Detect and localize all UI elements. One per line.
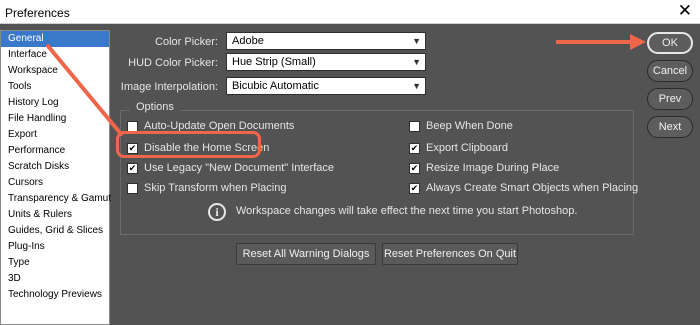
checkbox-checked[interactable]: ✔ bbox=[409, 142, 420, 154]
ok-button[interactable]: OK bbox=[647, 32, 693, 54]
checkbox-checked[interactable]: ✔ bbox=[409, 182, 420, 194]
checkmark-icon: ✔ bbox=[410, 142, 419, 153]
color-picker-dropdown[interactable]: Adobe ▼ bbox=[226, 32, 426, 50]
option-export-clipboard[interactable]: ✔ Export Clipboard bbox=[409, 142, 508, 154]
sidebar-item-scratch-disks[interactable]: Scratch Disks bbox=[1, 159, 109, 175]
option-always-create-smart-objects-when-placing[interactable]: ✔ Always Create Smart Objects when Placin… bbox=[409, 182, 638, 194]
sidebar-item-performance[interactable]: Performance bbox=[1, 143, 109, 159]
checkmark-icon: ✔ bbox=[410, 182, 419, 193]
sidebar-item-units-rulers[interactable]: Units & Rulers bbox=[1, 207, 109, 223]
prev-button[interactable]: Prev bbox=[647, 88, 693, 110]
option-use-legacy-new-document-interface[interactable]: ✔ Use Legacy "New Document" Interface bbox=[127, 162, 334, 174]
sidebar-item-guides-grid-slices[interactable]: Guides, Grid & Slices bbox=[1, 223, 109, 239]
hud-color-picker-value: Hue Strip (Small) bbox=[232, 56, 316, 68]
sidebar-item-cursors[interactable]: Cursors bbox=[1, 175, 109, 191]
option-skip-transform-when-placing[interactable]: Skip Transform when Placing bbox=[127, 182, 286, 194]
preferences-sidebar: General Interface Workspace Tools History Lo… bbox=[0, 30, 111, 325]
sidebar-item-technology-previews[interactable]: Technology Previews bbox=[1, 287, 109, 303]
chevron-down-icon: ▼ bbox=[412, 57, 421, 67]
window-title: Preferences bbox=[5, 6, 70, 20]
title-bar: Preferences ✕ bbox=[0, 0, 700, 24]
image-interpolation-value: Bicubic Automatic bbox=[232, 80, 319, 92]
next-button[interactable]: Next bbox=[647, 116, 693, 138]
sidebar-item-export[interactable]: Export bbox=[1, 127, 109, 143]
close-icon[interactable]: ✕ bbox=[678, 2, 692, 20]
options-legend: Options bbox=[130, 101, 180, 113]
hud-color-picker-dropdown[interactable]: Hue Strip (Small) ▼ bbox=[226, 53, 426, 71]
checkbox-checked[interactable]: ✔ bbox=[127, 162, 138, 174]
option-label: Beep When Done bbox=[426, 120, 513, 132]
option-label: Use Legacy "New Document" Interface bbox=[144, 162, 335, 174]
sidebar-item-plug-ins[interactable]: Plug-Ins bbox=[1, 239, 109, 255]
image-interpolation-label: Image Interpolation: bbox=[120, 81, 218, 93]
cancel-button[interactable]: Cancel bbox=[647, 60, 693, 82]
color-picker-value: Adobe bbox=[232, 35, 264, 47]
sidebar-item-transparency-gamut[interactable]: Transparency & Gamut bbox=[1, 191, 111, 207]
option-beep-when-done[interactable]: Beep When Done bbox=[409, 120, 513, 132]
highlight-annotation bbox=[116, 131, 261, 158]
info-icon: i bbox=[208, 203, 226, 221]
info-message: Workspace changes will take effect the n… bbox=[236, 205, 578, 217]
chevron-down-icon: ▼ bbox=[412, 81, 421, 91]
image-interpolation-dropdown[interactable]: Bicubic Automatic ▼ bbox=[226, 77, 426, 95]
checkbox-unchecked[interactable] bbox=[127, 182, 138, 194]
checkbox-unchecked[interactable] bbox=[127, 120, 138, 132]
hud-color-picker-label: HUD Color Picker: bbox=[128, 57, 218, 69]
checkbox-checked[interactable]: ✔ bbox=[409, 162, 420, 174]
sidebar-item-type[interactable]: Type bbox=[1, 255, 109, 271]
checkmark-icon: ✔ bbox=[410, 162, 419, 173]
chevron-down-icon: ▼ bbox=[412, 36, 421, 46]
sidebar-item-history-log[interactable]: History Log bbox=[1, 95, 109, 111]
sidebar-item-3d[interactable]: 3D bbox=[1, 271, 109, 287]
option-label: Resize Image During Place bbox=[426, 162, 560, 174]
option-label: Always Create Smart Objects when Placing bbox=[426, 182, 639, 194]
option-label: Skip Transform when Placing bbox=[144, 182, 287, 194]
reset-warning-dialogs-button[interactable]: Reset All Warning Dialogs bbox=[236, 243, 376, 265]
option-label: Export Clipboard bbox=[426, 142, 508, 154]
reset-preferences-button[interactable]: Reset Preferences On Quit bbox=[382, 243, 518, 265]
checkbox-unchecked[interactable] bbox=[409, 120, 420, 132]
checkmark-icon: ✔ bbox=[128, 162, 137, 173]
option-resize-image-during-place[interactable]: ✔ Resize Image During Place bbox=[409, 162, 559, 174]
sidebar-item-file-handling[interactable]: File Handling bbox=[1, 111, 109, 127]
color-picker-label: Color Picker: bbox=[155, 36, 218, 48]
